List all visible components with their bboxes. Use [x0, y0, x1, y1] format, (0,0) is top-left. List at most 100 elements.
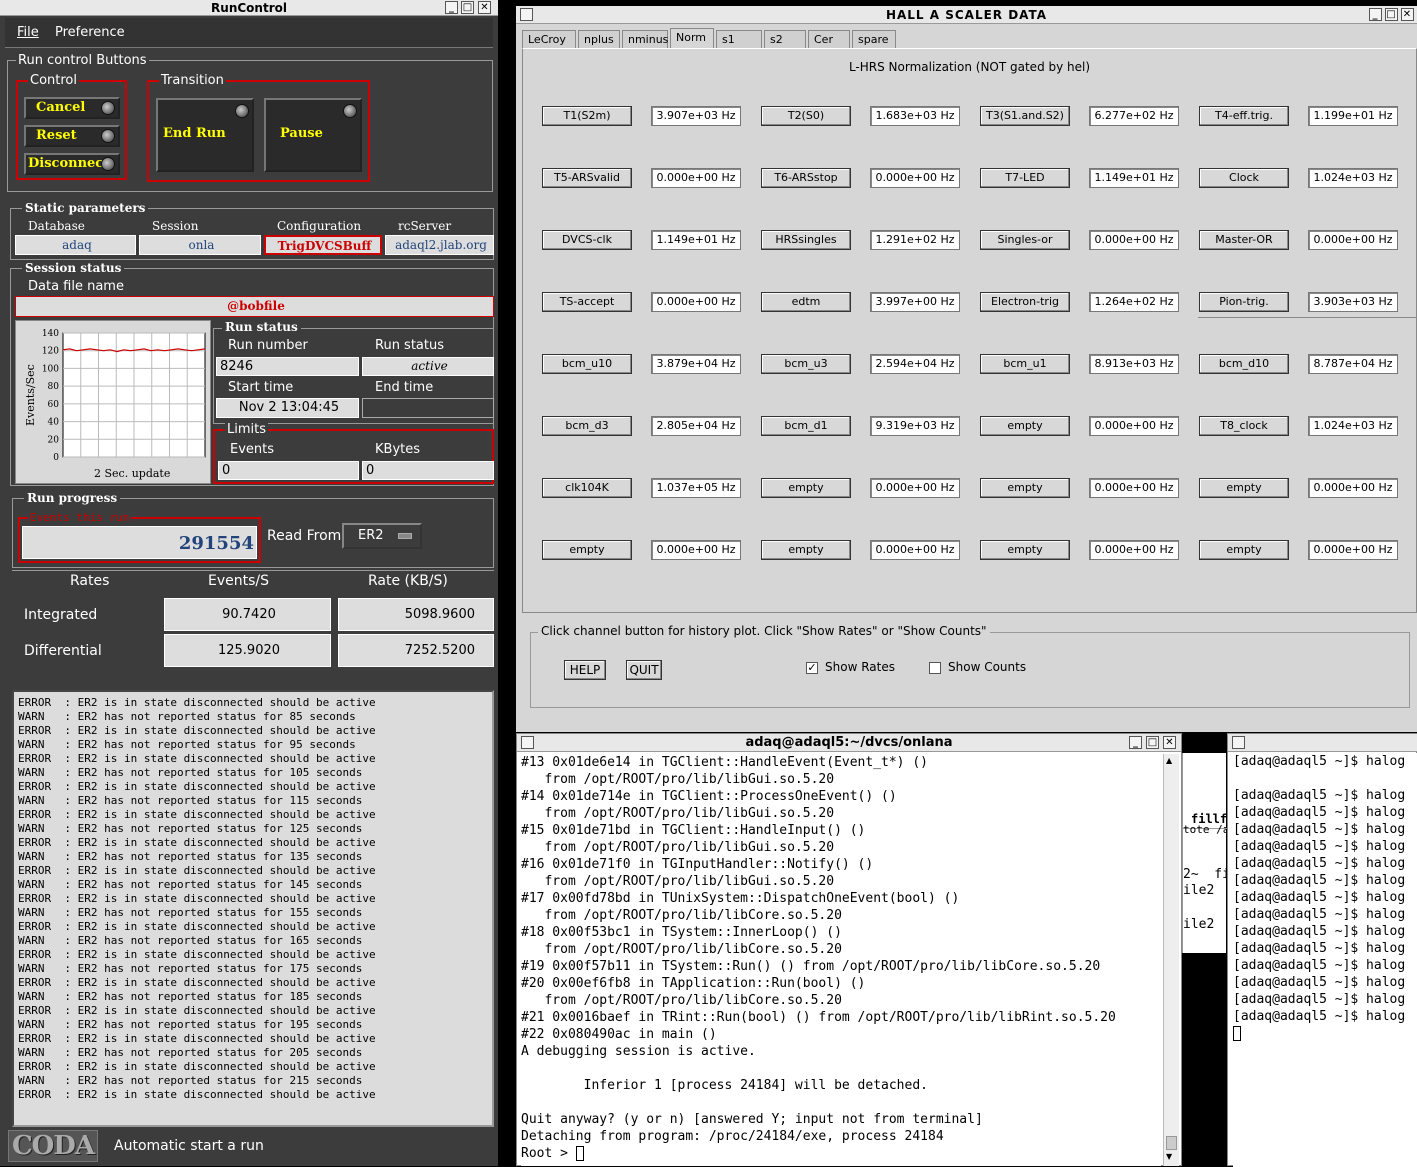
channel-rate-field[interactable]: 1.199e+01 Hz: [1308, 106, 1398, 126]
maximize-icon[interactable]: □: [1146, 736, 1159, 749]
channel-rate-field[interactable]: 3.997e+00 Hz: [870, 292, 960, 312]
channel-button[interactable]: empty: [1199, 540, 1289, 560]
channel-rate-field[interactable]: 6.277e+02 Hz: [1089, 106, 1179, 126]
channel-rate-field[interactable]: 0.000e+00 Hz: [1089, 478, 1179, 498]
menu-file[interactable]: File: [17, 25, 39, 40]
runcontrol-titlebar[interactable]: RunControl _ □ ✕: [0, 0, 498, 16]
window-menu-icon[interactable]: [1232, 736, 1245, 749]
quit-button[interactable]: QUIT: [626, 660, 662, 680]
show-counts-checkbox[interactable]: [929, 662, 941, 674]
channel-button[interactable]: empty: [980, 416, 1070, 436]
channel-button[interactable]: T3(S1.and.S2): [980, 106, 1070, 126]
tab-cer[interactable]: Cer: [808, 30, 850, 48]
channel-button[interactable]: T8_clock: [1199, 416, 1289, 436]
channel-rate-field[interactable]: 0.000e+00 Hz: [1308, 478, 1398, 498]
close-icon[interactable]: ✕: [1163, 736, 1176, 749]
channel-rate-field[interactable]: 0.000e+00 Hz: [1308, 230, 1398, 250]
channel-rate-field[interactable]: 0.000e+00 Hz: [651, 292, 741, 312]
channel-rate-field[interactable]: 8.787e+04 Hz: [1308, 354, 1398, 374]
channel-rate-field[interactable]: 1.024e+03 Hz: [1308, 168, 1398, 188]
channel-rate-field[interactable]: 1.149e+01 Hz: [1089, 168, 1179, 188]
close-icon[interactable]: ✕: [1401, 8, 1414, 21]
channel-rate-field[interactable]: 3.903e+03 Hz: [1308, 292, 1398, 312]
channel-button[interactable]: empty: [542, 540, 632, 560]
tab-norm[interactable]: Norm: [670, 28, 714, 49]
terminal-titlebar[interactable]: adaq@adaql5:~/dvcs/onlana _ □ ✕: [517, 734, 1181, 752]
channel-button[interactable]: bcm_u1: [980, 354, 1070, 374]
channel-button[interactable]: T7-LED: [980, 168, 1070, 188]
channel-rate-field[interactable]: 0.000e+00 Hz: [870, 168, 960, 188]
channel-button[interactable]: empty: [761, 540, 851, 560]
terminal2-titlebar[interactable]: [1228, 734, 1417, 752]
scroll-up-icon[interactable]: ▲: [1166, 756, 1172, 765]
channel-button[interactable]: empty: [980, 540, 1070, 560]
minimize-icon[interactable]: _: [1369, 8, 1382, 21]
message-log[interactable]: ERROR : ER2 is in state disconnected sho…: [12, 690, 494, 1127]
channel-button[interactable]: Clock: [1199, 168, 1289, 188]
disconnect-button[interactable]: Disconnect: [24, 153, 120, 175]
window-menu-icon[interactable]: [521, 736, 534, 749]
channel-button[interactable]: Singles-or: [980, 230, 1070, 250]
channel-rate-field[interactable]: 9.319e+03 Hz: [870, 416, 960, 436]
channel-rate-field[interactable]: 2.805e+04 Hz: [651, 416, 741, 436]
channel-button[interactable]: T5-ARSvalid: [542, 168, 632, 188]
channel-rate-field[interactable]: 0.000e+00 Hz: [1089, 230, 1179, 250]
channel-button[interactable]: empty: [761, 478, 851, 498]
channel-rate-field[interactable]: 1.037e+05 Hz: [651, 478, 741, 498]
kbytes-limit-input[interactable]: 0: [362, 461, 494, 480]
close-icon[interactable]: ✕: [478, 1, 491, 14]
read-from-select[interactable]: ER2: [342, 523, 422, 549]
channel-button[interactable]: Electron-trig: [980, 292, 1070, 312]
tab-spare[interactable]: spare: [852, 30, 896, 48]
channel-button[interactable]: bcm_d1: [761, 416, 851, 436]
pause-button[interactable]: Pause: [264, 98, 362, 172]
scroll-down-icon[interactable]: ▼: [1166, 1152, 1172, 1161]
terminal2-output[interactable]: [adaq@adaql5 ~]$ halog [adaq@adaql5 ~]$ h…: [1233, 753, 1417, 1167]
end-run-button[interactable]: End Run: [156, 98, 254, 172]
channel-rate-field[interactable]: 0.000e+00 Hz: [1089, 540, 1179, 560]
channel-rate-field[interactable]: 1.264e+02 Hz: [1089, 292, 1179, 312]
tab-lecroy[interactable]: LeCroy: [522, 30, 576, 48]
channel-rate-field[interactable]: 1.291e+02 Hz: [870, 230, 960, 250]
channel-rate-field[interactable]: 0.000e+00 Hz: [1308, 540, 1398, 560]
terminal-output[interactable]: #13 0x01de6e14 in TGClient::HandleEvent(…: [521, 754, 1161, 1166]
channel-rate-field[interactable]: 8.913e+03 Hz: [1089, 354, 1179, 374]
channel-rate-field[interactable]: 2.594e+04 Hz: [870, 354, 960, 374]
minimize-icon[interactable]: _: [1129, 736, 1142, 749]
maximize-icon[interactable]: □: [461, 1, 474, 14]
channel-button[interactable]: bcm_d10: [1199, 354, 1289, 374]
channel-rate-field[interactable]: 3.879e+04 Hz: [651, 354, 741, 374]
channel-button[interactable]: T6-ARSstop: [761, 168, 851, 188]
channel-button[interactable]: empty: [980, 478, 1070, 498]
channel-button[interactable]: T2(S0): [761, 106, 851, 126]
menu-preference[interactable]: Preference: [55, 25, 125, 40]
channel-rate-field[interactable]: 1.149e+01 Hz: [651, 230, 741, 250]
scroll-thumb[interactable]: [1166, 1136, 1177, 1150]
channel-button[interactable]: HRSsingles: [761, 230, 851, 250]
channel-button[interactable]: Pion-trig.: [1199, 292, 1289, 312]
channel-rate-field[interactable]: 0.000e+00 Hz: [651, 540, 741, 560]
maximize-icon[interactable]: □: [1385, 8, 1398, 21]
show-rates-checkbox[interactable]: ✓: [806, 662, 818, 674]
minimize-icon[interactable]: _: [445, 1, 458, 14]
channel-rate-field[interactable]: 1.683e+03 Hz: [870, 106, 960, 126]
terminal-scrollbar[interactable]: ▲ ▼: [1163, 754, 1179, 1166]
channel-button[interactable]: edtm: [761, 292, 851, 312]
channel-button[interactable]: empty: [1199, 478, 1289, 498]
tab-s2[interactable]: s2: [764, 30, 806, 48]
window-menu-icon[interactable]: [520, 8, 533, 21]
channel-button[interactable]: bcm_u10: [542, 354, 632, 374]
channel-button[interactable]: TS-accept: [542, 292, 632, 312]
channel-button[interactable]: DVCS-clk: [542, 230, 632, 250]
channel-rate-field[interactable]: 0.000e+00 Hz: [651, 168, 741, 188]
tab-nplus[interactable]: nplus: [578, 30, 620, 48]
channel-button[interactable]: bcm_u3: [761, 354, 851, 374]
channel-button[interactable]: Master-OR: [1199, 230, 1289, 250]
help-button[interactable]: HELP: [564, 660, 606, 680]
tab-nminus[interactable]: nminus: [622, 30, 668, 48]
tab-s1[interactable]: s1: [716, 30, 762, 48]
cancel-button[interactable]: Cancel: [24, 97, 120, 119]
channel-rate-field[interactable]: 0.000e+00 Hz: [1089, 416, 1179, 436]
channel-rate-field[interactable]: 0.000e+00 Hz: [870, 540, 960, 560]
channel-rate-field[interactable]: 0.000e+00 Hz: [870, 478, 960, 498]
